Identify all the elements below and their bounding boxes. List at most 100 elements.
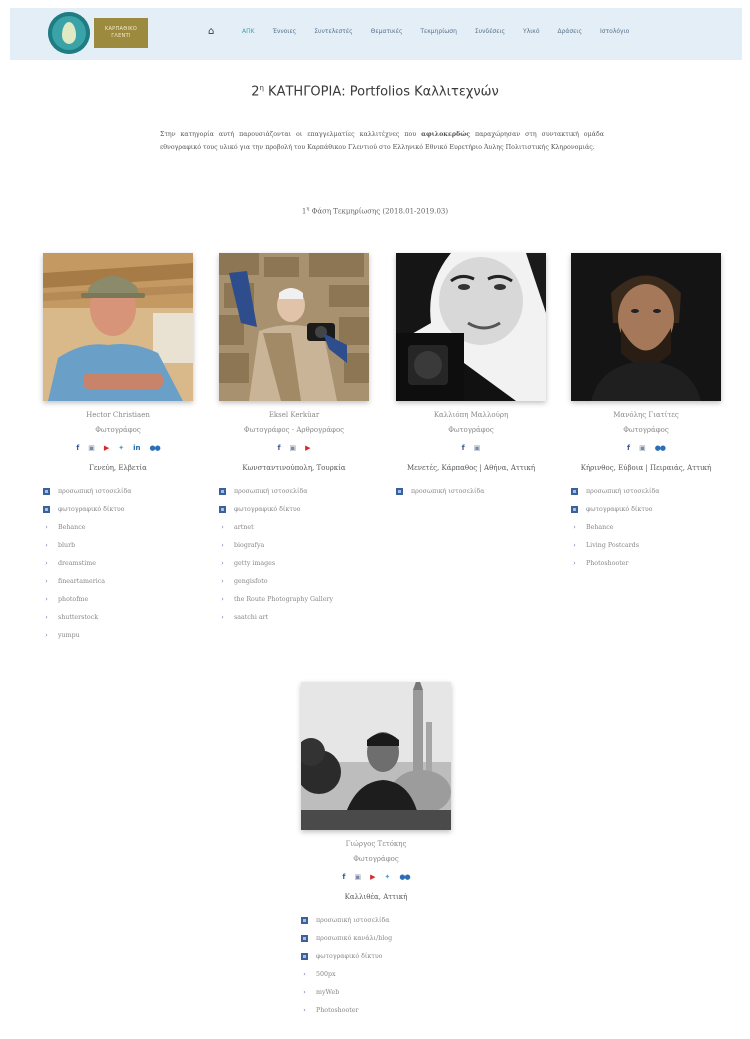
- artist-card: Μανόλης Γιατίτες Φωτογράφος f ▣ ●● Κήριν…: [571, 253, 721, 572]
- artist-link-label: φωτογραφικό δίκτυο: [234, 505, 301, 513]
- title-rest: ΚΑΤΗΓΟΡΙΑ: Portfolios Καλλιτεχνών: [263, 84, 499, 100]
- artist-link[interactable]: › getty images: [219, 554, 369, 572]
- artist-link[interactable]: προσωπική ιστοσελίδα: [301, 911, 451, 929]
- artist-photo[interactable]: [301, 682, 451, 830]
- facebook-icon[interactable]: f: [342, 873, 345, 881]
- social-icons: f ▣ ▶: [219, 444, 369, 452]
- artist-link[interactable]: › Behance: [571, 518, 721, 536]
- nav-item-syndeseis[interactable]: Συνδέσεις: [475, 28, 505, 35]
- flickr-icon[interactable]: ●●: [150, 444, 161, 452]
- artist-photo[interactable]: [396, 253, 546, 401]
- artist-link[interactable]: φωτογραφικό δίκτυο: [571, 500, 721, 518]
- artist-link[interactable]: › dreamstime: [43, 554, 193, 572]
- nav-item-yliko[interactable]: Υλικό: [523, 28, 539, 35]
- nav-item-ennoies[interactable]: Έννοιες: [273, 28, 297, 35]
- artist-link[interactable]: φωτογραφικό δίκτυο: [301, 947, 451, 965]
- chevron-right-icon: ›: [303, 970, 306, 978]
- artist-link[interactable]: › myWeb: [301, 983, 451, 1001]
- intro-text-bold: αφιλοκερδώς: [421, 131, 471, 138]
- artist-link[interactable]: › saatchi art: [219, 608, 369, 626]
- instagram-icon[interactable]: ▣: [354, 873, 361, 881]
- youtube-icon[interactable]: ▶: [305, 444, 310, 452]
- artist-card: Eksel Kerküar Φωτογράφος - Αρθρογράφος f…: [219, 253, 369, 626]
- facebook-icon[interactable]: f: [76, 444, 79, 452]
- nav-item-syntelestes[interactable]: Συντελεστές: [314, 28, 352, 35]
- artist-photo[interactable]: [43, 253, 193, 401]
- instagram-icon[interactable]: ▣: [639, 444, 646, 452]
- artist-name[interactable]: Καλλιόπη Μαλλούρη: [396, 411, 546, 419]
- logo-emblem-icon: [48, 12, 90, 54]
- artist-link-label: the Route Photography Gallery: [234, 595, 334, 603]
- artist-name[interactable]: Μανόλης Γιατίτες: [571, 411, 721, 419]
- youtube-icon[interactable]: ▶: [104, 444, 109, 452]
- nav-item-istologio[interactable]: Ιστολόγιο: [600, 28, 629, 35]
- social-icons: f ▣ ●●: [571, 444, 721, 452]
- linkedin-icon[interactable]: in: [133, 444, 140, 452]
- artist-link[interactable]: › fineartamerica: [43, 572, 193, 590]
- artist-link-label: dreamstime: [58, 559, 96, 567]
- artist-name[interactable]: Eksel Kerküar: [219, 411, 369, 419]
- site-logo[interactable]: ΚΑΡΠΑΘΙΚΟ ΓΛΕΝΤΙ: [48, 12, 148, 54]
- external-link-icon: [301, 952, 308, 960]
- chevron-right-icon: ›: [45, 577, 48, 585]
- artist-link-label: biografya: [234, 541, 265, 549]
- chevron-right-icon: ›: [221, 613, 224, 621]
- artist-link[interactable]: › Photoshooter: [571, 554, 721, 572]
- artist-link[interactable]: › photofme: [43, 590, 193, 608]
- artist-link[interactable]: προσωπική ιστοσελίδα: [219, 482, 369, 500]
- artist-card: Γιώργος Τετόκης Φωτογράφος f ▣ ▶ ✦ ●● Κα…: [301, 682, 451, 1019]
- nav-item-thematikes[interactable]: Θεματικές: [371, 28, 403, 35]
- nav-item-draseis[interactable]: Δράσεις: [558, 28, 582, 35]
- artist-photo[interactable]: [571, 253, 721, 401]
- artist-link[interactable]: › Behance: [43, 518, 193, 536]
- instagram-icon[interactable]: ▣: [474, 444, 481, 452]
- artist-link[interactable]: φωτογραφικό δίκτυο: [219, 500, 369, 518]
- artist-role: Φωτογράφος: [448, 426, 494, 434]
- artist-link-label: saatchi art: [234, 613, 269, 621]
- nav-item-apk[interactable]: ΑΠΚ: [242, 28, 255, 35]
- artist-link-label: blurb: [58, 541, 76, 549]
- artist-link[interactable]: › biografya: [219, 536, 369, 554]
- artist-link[interactable]: φωτογραφικό δίκτυο: [43, 500, 193, 518]
- artist-link[interactable]: › Living Postcards: [571, 536, 721, 554]
- artist-link[interactable]: › 500px: [301, 965, 451, 983]
- artist-link[interactable]: › shutterstock: [43, 608, 193, 626]
- artist-name[interactable]: Hector Christiaen: [43, 411, 193, 419]
- artist-link[interactable]: προσωπική ιστοσελίδα: [43, 482, 193, 500]
- instagram-icon[interactable]: ▣: [290, 444, 297, 452]
- chevron-right-icon: ›: [45, 541, 48, 549]
- artist-link[interactable]: προσωπικό κανάλι/blog: [301, 929, 451, 947]
- artist-link[interactable]: › Photoshooter: [301, 1001, 451, 1019]
- artist-photo[interactable]: [219, 253, 369, 401]
- main-nav: ⌂ ΑΠΚ Έννοιες Συντελεστές Θεματικές Τεκμ…: [208, 26, 647, 37]
- artist-link-label: φωτογραφικό δίκτυο: [586, 505, 653, 513]
- artist-link[interactable]: προσωπική ιστοσελίδα: [571, 482, 721, 500]
- external-link-icon: [219, 505, 226, 513]
- artist-link[interactable]: › blurb: [43, 536, 193, 554]
- instagram-icon[interactable]: ▣: [88, 444, 95, 452]
- youtube-icon[interactable]: ▶: [370, 873, 375, 881]
- facebook-icon[interactable]: f: [627, 444, 630, 452]
- artist-link-label: Behance: [586, 523, 614, 531]
- artist-card: Καλλιόπη Μαλλούρη Φωτογράφος f ▣ Μενετές…: [396, 253, 546, 500]
- social-icons: f ▣: [396, 444, 546, 452]
- artist-location: Μενετές, Κάρπαθος | Αθήνα, Αττική: [406, 464, 536, 472]
- flickr-icon[interactable]: ●●: [655, 444, 666, 452]
- chevron-right-icon: ›: [45, 595, 48, 603]
- flickr-icon[interactable]: ●●: [399, 873, 410, 881]
- artist-name[interactable]: Γιώργος Τετόκης: [301, 840, 451, 848]
- home-icon[interactable]: ⌂: [208, 26, 224, 37]
- artist-link[interactable]: › artnet: [219, 518, 369, 536]
- artist-link[interactable]: › the Route Photography Gallery: [219, 590, 369, 608]
- artist-role: Φωτογράφος: [623, 426, 669, 434]
- artist-link[interactable]: προσωπική ιστοσελίδα: [396, 482, 546, 500]
- artist-link[interactable]: › gengisfoto: [219, 572, 369, 590]
- artist-link[interactable]: › yumpu: [43, 626, 193, 644]
- facebook-icon[interactable]: f: [277, 444, 280, 452]
- intro-paragraph: Στην κατηγορία αυτή παρουσιάζονται οι επ…: [160, 128, 604, 154]
- facebook-icon[interactable]: f: [462, 444, 465, 452]
- nav-item-tekmiriosi[interactable]: Τεκμηρίωση: [420, 28, 457, 35]
- twitter-icon[interactable]: ✦: [384, 873, 390, 881]
- twitter-icon[interactable]: ✦: [118, 444, 124, 452]
- social-icons: f ▣ ▶ ✦ ●●: [301, 873, 451, 881]
